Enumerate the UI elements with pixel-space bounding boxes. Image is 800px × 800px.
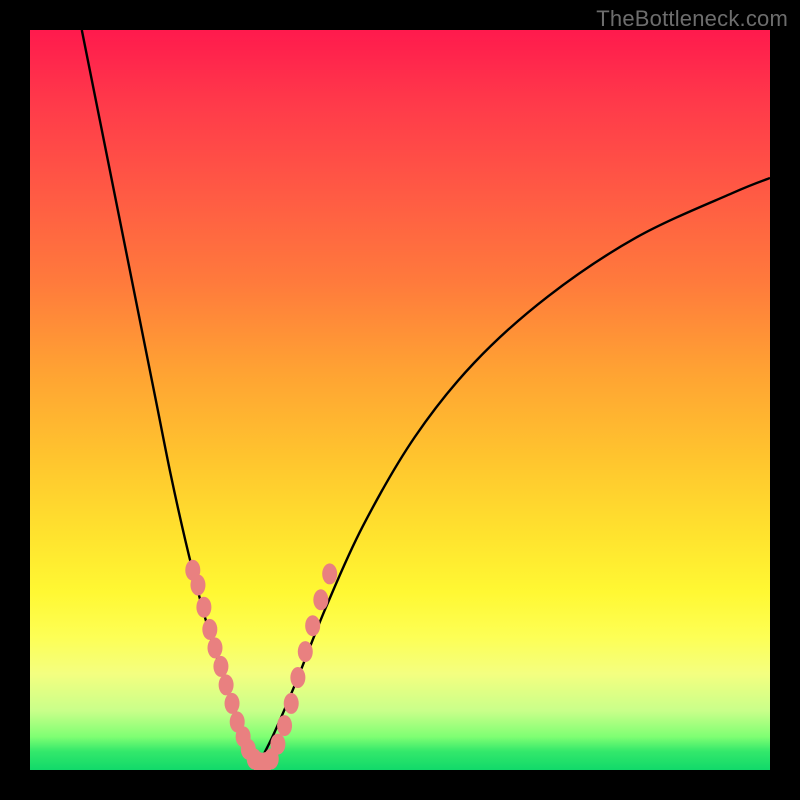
curve-left xyxy=(82,30,260,763)
data-point xyxy=(208,637,223,658)
data-point xyxy=(219,674,234,695)
data-point xyxy=(225,693,240,714)
chart-frame: TheBottleneck.com xyxy=(0,0,800,800)
data-point xyxy=(190,575,205,596)
watermark-text: TheBottleneck.com xyxy=(596,6,788,32)
data-point xyxy=(298,641,313,662)
data-point xyxy=(196,597,211,618)
data-point xyxy=(322,563,337,584)
data-point xyxy=(305,615,320,636)
data-point xyxy=(277,715,292,736)
data-point xyxy=(290,667,305,688)
data-point xyxy=(202,619,217,640)
curve-right xyxy=(259,178,770,763)
data-point xyxy=(270,734,285,755)
curve-svg xyxy=(30,30,770,770)
data-point xyxy=(213,656,228,677)
data-point xyxy=(313,589,328,610)
scatter-points xyxy=(185,560,337,770)
data-point xyxy=(284,693,299,714)
plot-area xyxy=(30,30,770,770)
